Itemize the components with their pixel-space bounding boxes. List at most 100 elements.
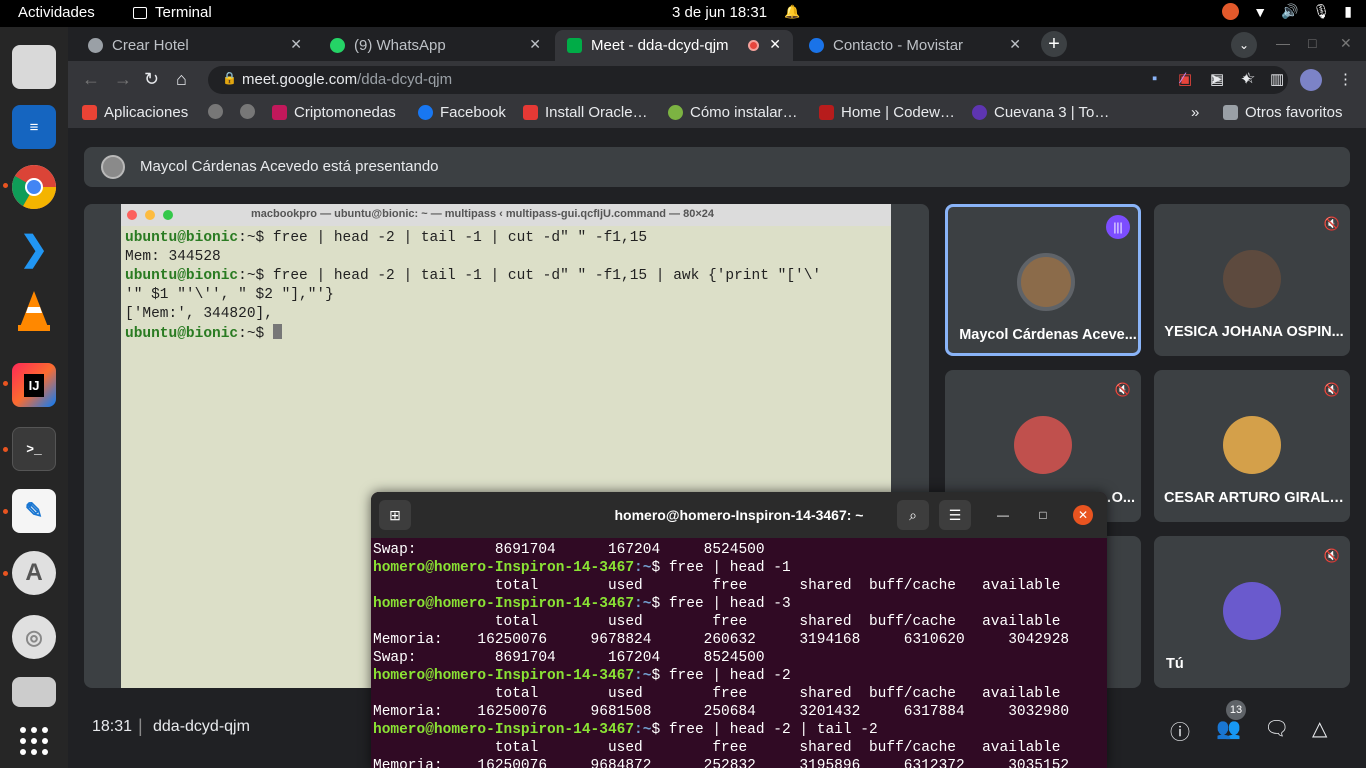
hamburger-menu-icon[interactable]: ☰ (939, 500, 971, 530)
drive-icon[interactable] (12, 677, 56, 707)
participant-tile[interactable]: ||| Maycol Cárdenas Aceve... (945, 204, 1141, 356)
terminal-output[interactable]: Swap: 8691704 167204 8524500 homero@home… (371, 538, 1107, 768)
extensions-icon[interactable]: ✦ (1240, 70, 1253, 88)
terminal-line: $ free | head -2 (651, 668, 791, 684)
bookmark-globe-2[interactable] (240, 104, 255, 119)
bookmark-otros-favoritos[interactable]: Otros favoritos (1223, 104, 1343, 121)
avatar (1223, 582, 1281, 640)
bookmark-codewars[interactable]: Home | Codew… (819, 104, 955, 121)
vscode-icon[interactable]: ❯ (12, 227, 56, 271)
bookmark-criptomonedas[interactable]: Criptomonedas (272, 104, 396, 121)
lock-icon[interactable]: 🔒 (222, 71, 237, 85)
tab-movistar[interactable]: Contacto - Movistar ✕ (797, 30, 1033, 61)
mic-off-icon: 🔇 (1323, 382, 1340, 397)
terminal-line: Mem: 344528 (125, 249, 221, 265)
apps-grid-icon (82, 105, 97, 120)
close-icon[interactable]: ✕ (290, 36, 302, 53)
files-icon[interactable] (12, 45, 56, 89)
terminal-line: $ free | head -3 (651, 596, 791, 612)
extension-cast-icon[interactable]: ▤ (1210, 70, 1224, 88)
terminal-line: ['Mem:', 344820], (125, 306, 273, 322)
address-bar[interactable]: 🔒 meet.google.com/dda-dcyd-qjm ▣ ➤ ☆ (208, 66, 1288, 94)
terminal-header[interactable]: ⊞ homero@homero-Inspiron-14-3467: ~ ⌕ ☰ … (371, 492, 1107, 538)
wifi-icon[interactable]: ▼ (1253, 4, 1267, 20)
intellij-icon[interactable]: IJ (12, 363, 56, 407)
menu-icon[interactable]: ⋮ (1338, 70, 1353, 88)
tab-label: Crear Hotel (112, 37, 189, 54)
meeting-time: 18:31 (92, 718, 133, 735)
forward-icon[interactable]: → (114, 69, 132, 90)
bookmark-apps[interactable]: Aplicaciones (82, 104, 188, 121)
sidebar-icon[interactable]: ▥ (1270, 70, 1284, 88)
writer-icon[interactable]: ≡ (12, 105, 56, 149)
bookmark-globe-1[interactable] (208, 104, 223, 119)
battery-icon[interactable]: ▮ (1344, 3, 1352, 20)
minimize-icon (145, 210, 155, 220)
activities-button[interactable]: Actividades (18, 4, 95, 21)
mic-off-icon: 🔇 (1323, 216, 1340, 231)
maximize-icon[interactable]: □ (1308, 35, 1316, 51)
meet-icon (567, 38, 582, 53)
close-window-icon[interactable]: ✕ (1340, 35, 1352, 52)
close-icon[interactable]: ✕ (769, 36, 781, 53)
tab-crear-hotel[interactable]: Crear Hotel ✕ (76, 30, 314, 61)
new-tab-button[interactable]: + (1041, 31, 1067, 57)
info-icon[interactable]: ⓘ (1170, 716, 1190, 745)
text-editor-icon[interactable]: ✎ (12, 489, 56, 533)
terminal-icon[interactable]: >_ (12, 427, 56, 471)
url-domain: meet.google.com (242, 71, 358, 88)
bookmarks-more[interactable]: » (1191, 104, 1199, 121)
chrome-icon[interactable] (12, 165, 56, 209)
extension-icon[interactable]: ▪ (1152, 70, 1157, 87)
software-icon[interactable]: A (12, 551, 56, 595)
bookmark-como-instalar[interactable]: Cómo instalar… (668, 104, 798, 121)
maximize-icon[interactable]: □ (1033, 505, 1053, 525)
apps-grid-icon[interactable] (12, 719, 56, 763)
disc-icon[interactable]: ◎ (12, 615, 56, 659)
bookmark-cuevana[interactable]: Cuevana 3 | To… (972, 104, 1109, 121)
tab-strip: Crear Hotel ✕ (9) WhatsApp ✕ Meet - dda-dc… (68, 27, 1366, 61)
app-menu-label: Terminal (155, 4, 212, 21)
app-indicator-icon[interactable] (1222, 3, 1240, 20)
volume-icon[interactable]: 🔊 (1281, 3, 1298, 20)
terminal-line: total used free shared buff/cache availa… (373, 686, 1061, 702)
tab-search-button[interactable]: ⌄ (1231, 32, 1257, 58)
close-icon[interactable]: ✕ (529, 36, 541, 53)
avatar (1014, 416, 1072, 474)
terminal-line: total used free shared buff/cache availa… (373, 614, 1061, 630)
activities-icon[interactable]: △ (1312, 716, 1327, 741)
url-text[interactable]: meet.google.com/dda-dcyd-qjm (242, 71, 452, 88)
minimize-icon[interactable]: — (993, 505, 1013, 525)
notification-icon[interactable]: 🔔 (784, 4, 800, 20)
close-icon[interactable]: ✕ (1009, 36, 1021, 53)
search-icon[interactable]: ⌕ (897, 500, 929, 530)
minimize-icon[interactable]: — (1276, 35, 1290, 51)
clock[interactable]: 3 de jun 18:31 (672, 4, 767, 21)
terminal-line: $ free | head -1 (651, 560, 791, 576)
prompt-path: :~ (634, 560, 652, 576)
app-menu[interactable]: Terminal (133, 4, 212, 21)
back-icon[interactable]: ← (82, 69, 100, 90)
terminal-window[interactable]: ⊞ homero@homero-Inspiron-14-3467: ~ ⌕ ☰ … (371, 492, 1107, 768)
bookmark-label: Aplicaciones (104, 104, 189, 121)
bookmark-oracle[interactable]: Install Oracle… (523, 104, 648, 121)
system-tray[interactable]: ▼ 🔊 🎙 ▮ (1222, 3, 1352, 20)
participant-tile[interactable]: 🔇 CESAR ARTURO GIRALD... (1154, 370, 1350, 522)
tab-meet[interactable]: Meet - dda-dcyd-qjm ✕ (555, 30, 793, 61)
self-tile[interactable]: 🔇 Tú (1154, 536, 1350, 688)
reload-icon[interactable]: ↻ (144, 69, 159, 90)
vlc-icon[interactable] (12, 289, 56, 333)
close-icon[interactable]: ✕ (1073, 505, 1093, 525)
participant-tile[interactable]: 🔇 YESICA JOHANA OSPIN... (1154, 204, 1350, 356)
camera-blocked-icon[interactable]: ▣ (1178, 70, 1192, 88)
tab-whatsapp[interactable]: (9) WhatsApp ✕ (318, 30, 553, 61)
tab-label: (9) WhatsApp (354, 37, 446, 54)
home-icon[interactable]: ⌂ (176, 69, 187, 90)
tab-label: Meet - dda-dcyd-qjm (591, 37, 729, 54)
browser-window: Crear Hotel ✕ (9) WhatsApp ✕ Meet - dda-dc… (68, 27, 1366, 128)
bookmark-facebook[interactable]: Facebook (418, 104, 506, 121)
extension-pen-icon[interactable]: ∕ (1182, 70, 1185, 87)
chat-icon[interactable]: 🗨 (1264, 716, 1289, 741)
profile-avatar[interactable] (1300, 69, 1322, 91)
microphone-icon[interactable]: 🎙 (1313, 3, 1331, 20)
